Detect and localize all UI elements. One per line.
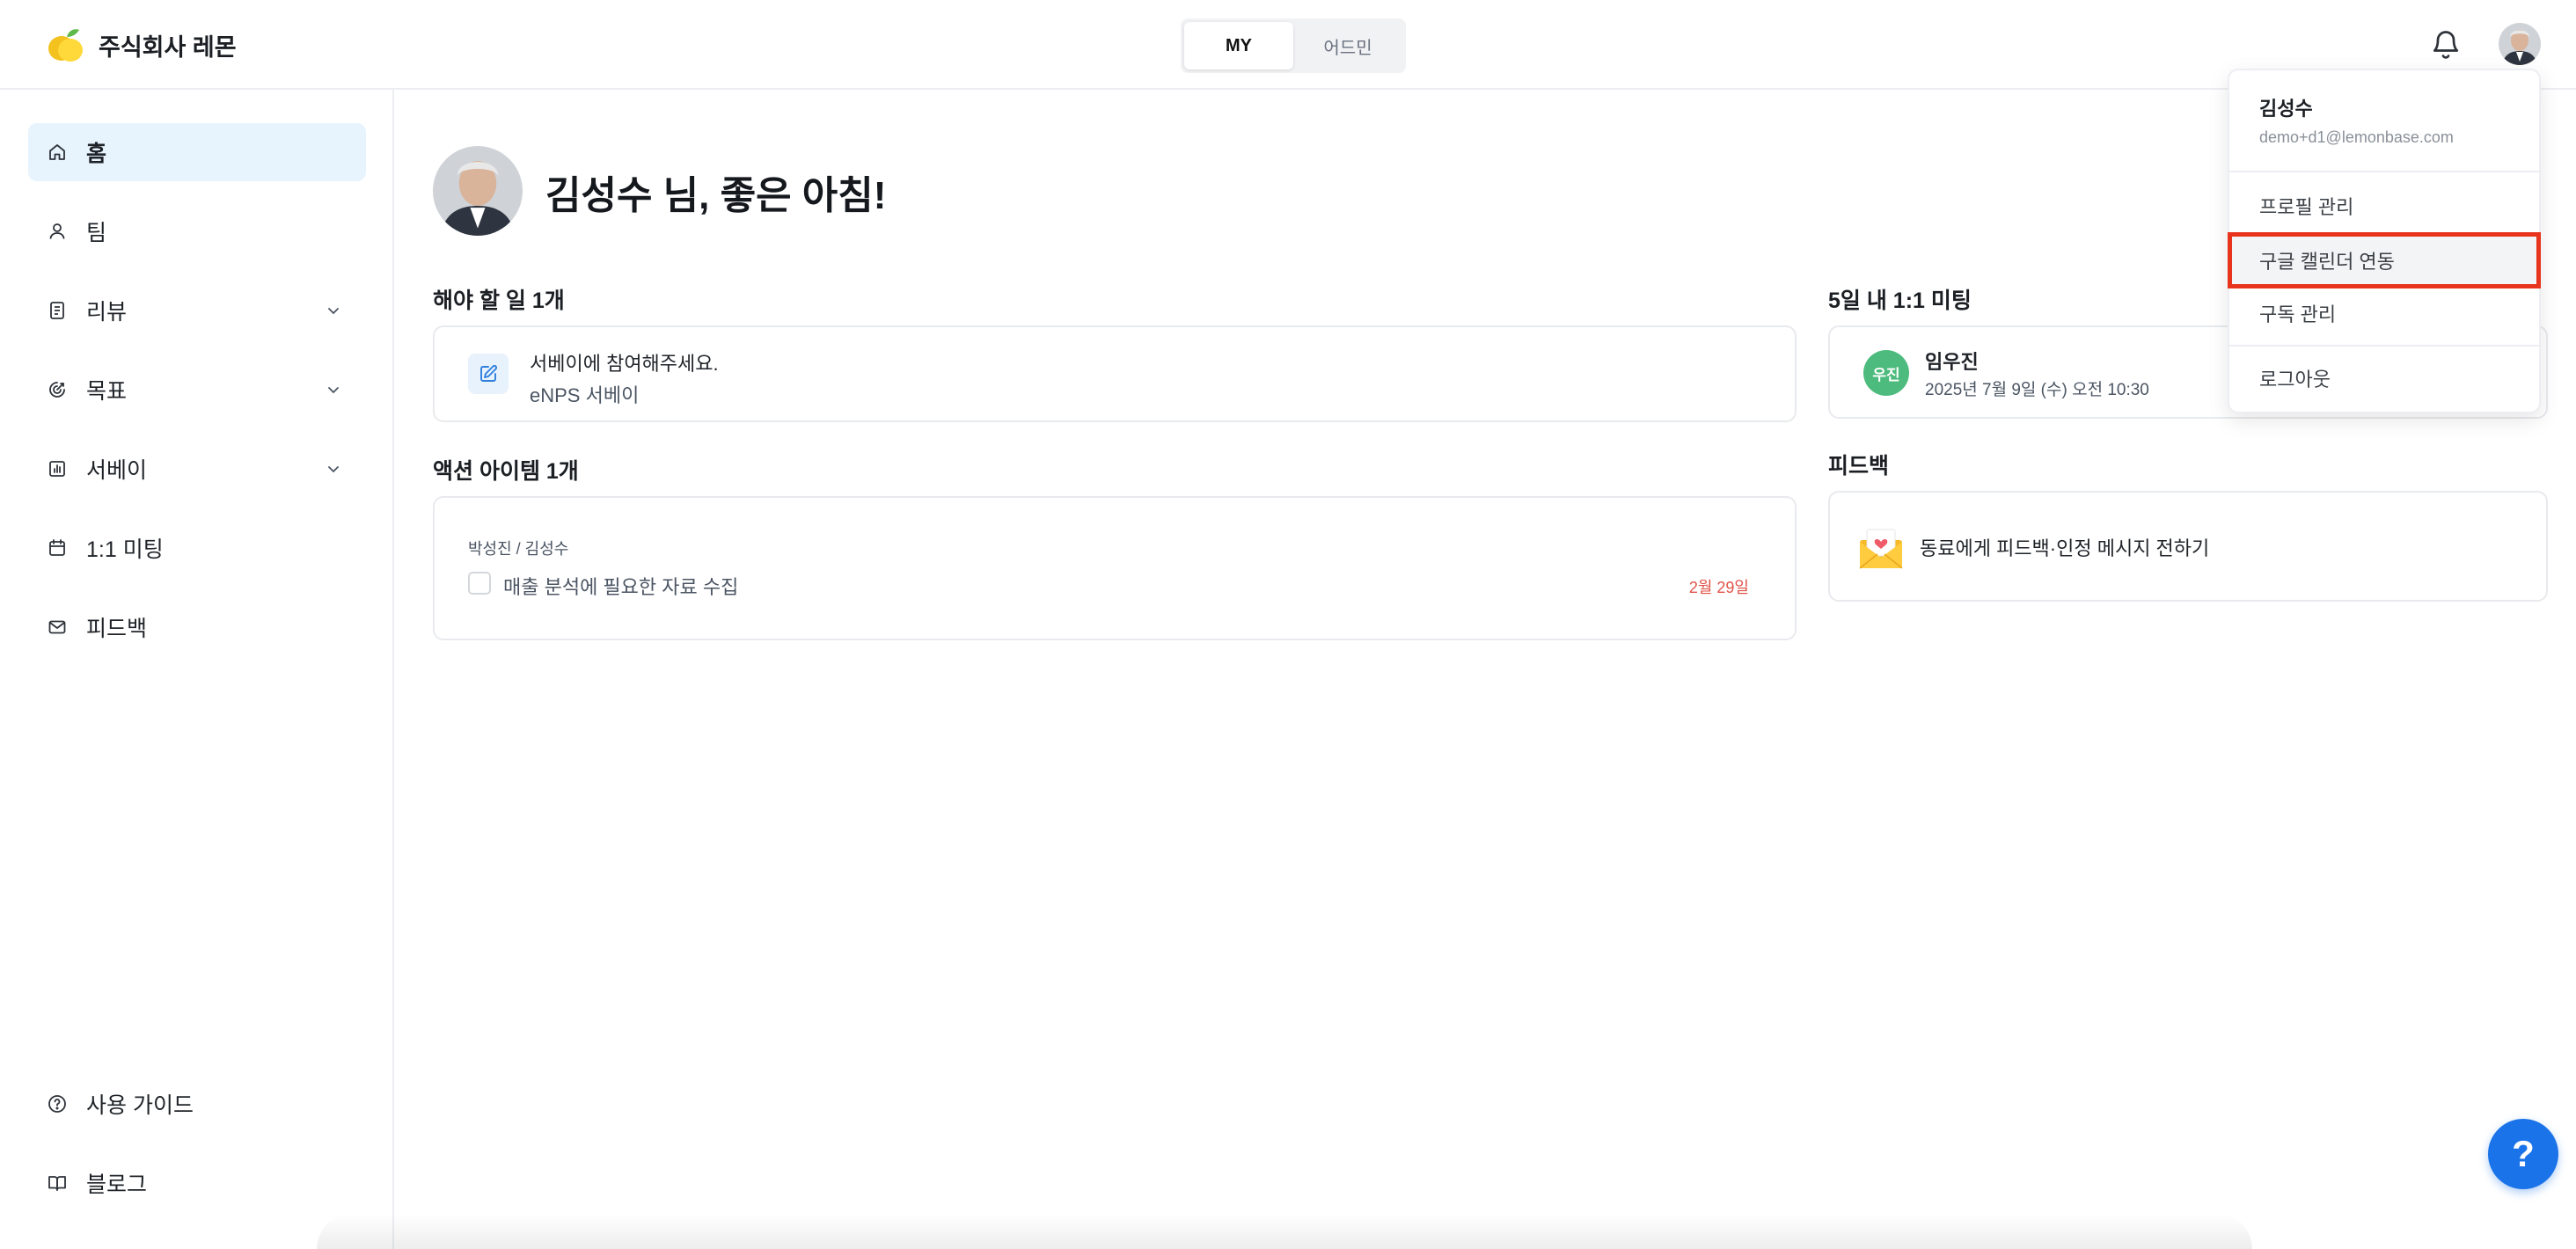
sidebar-item-label: 사용 가이드 — [86, 1093, 194, 1118]
tab-my[interactable]: MY — [1184, 22, 1293, 69]
mail-icon — [46, 616, 69, 639]
document-icon — [46, 299, 69, 322]
user-avatar[interactable] — [2499, 23, 2541, 65]
meeting-datetime: 2025년 7월 9일 (수) 오전 10:30 — [1925, 381, 2149, 399]
todo-card[interactable]: 서베이에 참여해주세요. eNPS 서베이 — [433, 325, 1797, 422]
tab-admin[interactable]: 어드민 — [1293, 22, 1402, 69]
menu-item-google-calendar[interactable]: 구글 캘린더 연동 — [2228, 232, 2541, 289]
envelope-heart-icon — [1856, 524, 1906, 570]
edit-icon — [468, 354, 509, 394]
sidebar-item-label: 목표 — [86, 379, 128, 404]
actions-section-title: 액션 아이템 1개 — [433, 459, 579, 484]
user-menu-name: 김성수 — [2259, 98, 2313, 120]
sidebar-item-label: 1:1 미팅 — [86, 537, 164, 562]
divider — [2229, 171, 2539, 172]
todo-item-subtitle: eNPS 서베이 — [530, 384, 640, 406]
sidebar-item-label: 서베이 — [86, 458, 148, 483]
menu-item-logout[interactable]: 로그아웃 — [2229, 354, 2539, 403]
brand[interactable]: 주식회사 레몬 — [46, 25, 237, 65]
brand-name: 주식회사 레몬 — [99, 33, 237, 61]
target-icon — [46, 378, 69, 401]
user-menu-email: demo+d1@lemonbase.com — [2259, 128, 2454, 146]
sidebar-item-survey[interactable]: 서베이 — [28, 440, 366, 498]
feedback-item-text: 동료에게 피드백·인정 메시지 전하기 — [1920, 537, 2210, 559]
meetings-section-title: 5일 내 1:1 미팅 — [1828, 289, 1972, 313]
bottom-shadow — [317, 1214, 2252, 1249]
action-item-owners: 박성진 / 김성수 — [468, 540, 569, 558]
sidebar-item-guide[interactable]: 사용 가이드 — [28, 1075, 366, 1133]
action-item-checkbox[interactable] — [468, 572, 491, 595]
home-icon — [46, 141, 69, 164]
action-item-card: 박성진 / 김성수 매출 분석에 필요한 자료 수집 2월 29일 — [433, 496, 1797, 640]
calendar-icon — [46, 537, 69, 559]
feedback-section-title: 피드백 — [1828, 454, 1890, 478]
book-icon — [46, 1172, 69, 1194]
bar-chart-icon — [46, 457, 69, 480]
sidebar-item-blog[interactable]: 블로그 — [28, 1154, 366, 1212]
sidebar-item-team[interactable]: 팀 — [28, 202, 366, 260]
menu-item-subscription[interactable]: 구독 관리 — [2229, 289, 2539, 338]
chevron-down-icon — [326, 382, 341, 398]
meeting-person-name: 임우진 — [1925, 351, 1979, 373]
action-item-text[interactable]: 매출 분석에 필요한 자료 수집 — [503, 572, 738, 600]
sidebar-item-label: 팀 — [86, 221, 107, 245]
sidebar-item-home[interactable]: 홈 — [28, 123, 366, 181]
chevron-down-icon — [326, 461, 341, 477]
help-circle-icon — [46, 1092, 69, 1115]
top-bar: 주식회사 레몬 MY 어드민 — [0, 0, 2576, 90]
todo-section-title: 해야 할 일 1개 — [433, 289, 565, 313]
sidebar-item-label: 리뷰 — [86, 300, 128, 325]
divider — [2229, 345, 2539, 347]
action-item-due-date: 2월 29일 — [1688, 579, 1749, 596]
sidebar-item-label: 홈 — [86, 142, 107, 166]
page-title: 김성수 님, 좋은 아침! — [545, 174, 887, 217]
sidebar-item-feedback[interactable]: 피드백 — [28, 598, 366, 656]
user-icon — [46, 220, 69, 243]
chevron-down-icon — [326, 303, 341, 318]
user-menu-dropdown: 김성수 demo+d1@lemonbase.com 프로필 관리 구글 캘린더 … — [2228, 69, 2541, 413]
sidebar-item-meeting[interactable]: 1:1 미팅 — [28, 519, 366, 577]
sidebar: 홈 팀 리뷰 목표 서베이 1:1 미팅 피드백 사용 가이드 블로그 — [0, 90, 394, 1249]
sidebar-item-goals[interactable]: 목표 — [28, 361, 366, 419]
sidebar-item-label: 블로그 — [86, 1172, 148, 1197]
menu-item-profile[interactable]: 프로필 관리 — [2229, 181, 2539, 230]
lemon-logo-icon — [46, 25, 86, 65]
greeting-avatar — [433, 146, 523, 236]
feedback-card[interactable]: 동료에게 피드백·인정 메시지 전하기 — [1828, 491, 2548, 602]
sidebar-item-review[interactable]: 리뷰 — [28, 281, 366, 340]
notification-bell-icon[interactable] — [2430, 26, 2462, 62]
help-button[interactable]: ? — [2488, 1119, 2558, 1189]
sidebar-item-label: 피드백 — [86, 617, 148, 641]
meeting-person-avatar: 우진 — [1863, 350, 1909, 396]
todo-item-title: 서베이에 참여해주세요. — [530, 353, 719, 375]
mode-switch: MY 어드민 — [1181, 18, 1406, 73]
